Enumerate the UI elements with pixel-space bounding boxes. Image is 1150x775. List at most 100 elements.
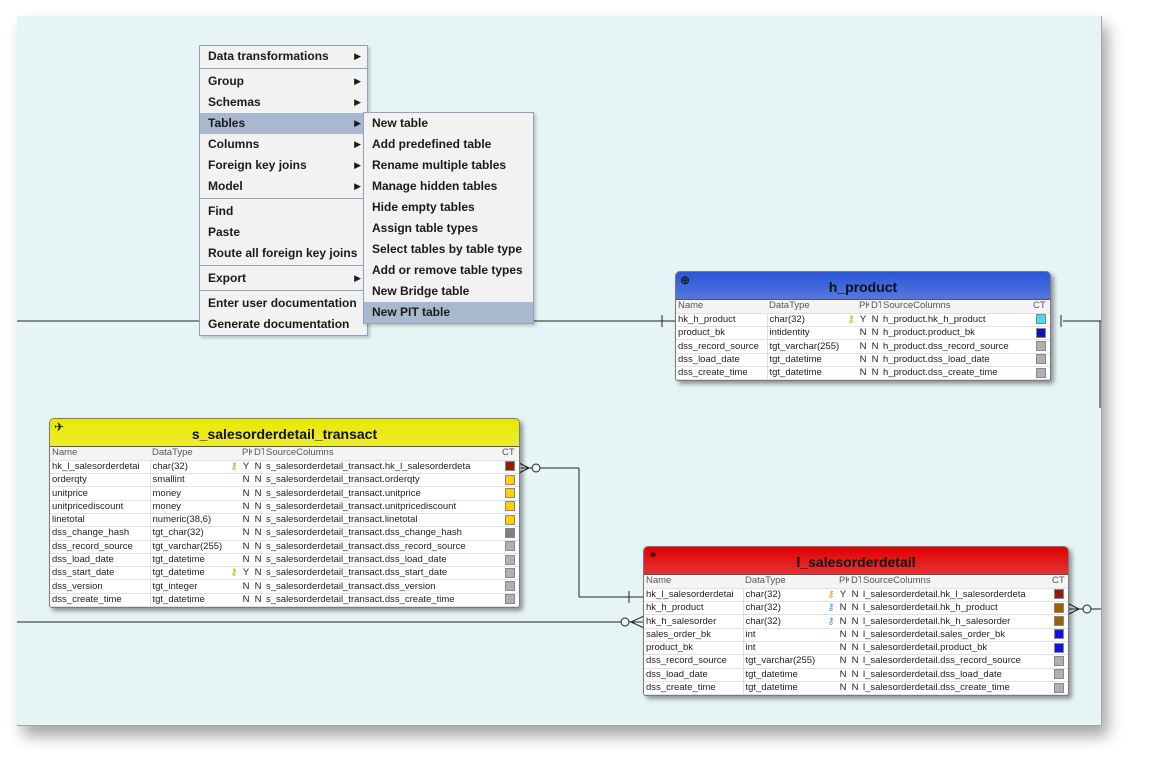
menu-item-route-all-foreign-key-joins[interactable]: Route all foreign key joins bbox=[200, 243, 367, 264]
column-datatype: int bbox=[743, 641, 825, 656]
key-cell bbox=[845, 366, 857, 381]
submenu-item-add-predefined-table[interactable]: Add predefined table bbox=[364, 134, 533, 155]
table-row[interactable]: dss_load_date tgt_datetime N Ns_salesorderd… bbox=[50, 553, 519, 568]
dt-flag: N bbox=[252, 460, 264, 475]
table-row[interactable]: dss_load_date tgt_datetime N Nl_salesorderd… bbox=[644, 668, 1068, 682]
menu-item-model[interactable]: Model ▶ bbox=[200, 176, 367, 197]
source-column: s_salesorderdetail_transact.dss_create_t… bbox=[264, 593, 500, 608]
source-column: s_salesorderdetail_transact.dss_record_s… bbox=[264, 540, 500, 554]
table-row[interactable]: dss_record_source tgt_varchar(255) N Ns_sal… bbox=[50, 540, 519, 554]
table-row[interactable]: unitprice money N Ns_salesorderdetail_trans… bbox=[50, 486, 519, 501]
column-name: linetotal bbox=[50, 513, 151, 528]
column-type-swatch bbox=[1035, 314, 1046, 325]
key-cell bbox=[825, 628, 837, 642]
submenu-item-manage-hidden-tables[interactable]: Manage hidden tables bbox=[364, 176, 533, 197]
menu-item-enter-user-documentation[interactable]: Enter user documentation bbox=[200, 293, 367, 314]
menu-item-label: Export bbox=[208, 271, 247, 285]
menu-item-label: Generate documentation bbox=[208, 317, 350, 331]
column-datatype: tgt_datetime bbox=[767, 353, 845, 367]
entity-columns-table: NameDataTypePKDTSourceColumnsCThk_l_sale… bbox=[644, 575, 1068, 696]
table-row[interactable]: orderqty smallint N Ns_salesorderdetail_tra… bbox=[50, 473, 519, 488]
table-row[interactable]: hk_l_salesorderdetai char(32) ⚷ Y Ns_salesor… bbox=[50, 460, 519, 475]
table-row[interactable]: sales_order_bk int N Nl_salesorderdetail.sa… bbox=[644, 628, 1068, 642]
table-row[interactable]: dss_create_time tgt_datetime N Nh_product.d… bbox=[676, 366, 1050, 381]
table-row[interactable]: hk_h_salesorder char(32) ⚷ N Nl_salesorderde… bbox=[644, 614, 1068, 629]
entity-header[interactable]: ⚭ l_salesorderdetail bbox=[644, 547, 1068, 575]
menu-item-label: Columns bbox=[208, 137, 260, 151]
table-row[interactable]: dss_create_time tgt_datetime N Nl_salesorde… bbox=[644, 681, 1068, 696]
entity-header[interactable]: ✈ s_salesorderdetail_transact bbox=[50, 419, 519, 447]
entity-header[interactable]: ⊕ h_product bbox=[676, 272, 1050, 300]
column-datatype: char(32) bbox=[767, 313, 845, 328]
menu-item-data-transformations[interactable]: Data transformations ▶ bbox=[200, 46, 367, 67]
table-row[interactable]: unitpricediscount money N Ns_salesorderdeta… bbox=[50, 500, 519, 514]
column-header: DataType bbox=[767, 300, 845, 314]
entity-l-salesorderdetail[interactable]: ⚭ l_salesorderdetail NameDataType PKDTSou… bbox=[643, 546, 1069, 697]
menu-item-label: Group bbox=[208, 74, 244, 88]
pk-flag: N bbox=[240, 579, 252, 594]
menu-item-columns[interactable]: Columns ▶ bbox=[200, 134, 367, 155]
table-row[interactable]: product_bk int N Nl_salesorderdetail.produc… bbox=[644, 641, 1068, 656]
submenu-item-hide-empty-tables[interactable]: Hide empty tables bbox=[364, 197, 533, 218]
diagram-canvas[interactable]: ⊕ h_product NameDataTypePKDTSourceColumn… bbox=[17, 16, 1102, 726]
submenu-item-new-bridge-table[interactable]: New Bridge table bbox=[364, 281, 533, 302]
submenu-item-add-or-remove-table-types[interactable]: Add or remove table types bbox=[364, 260, 533, 281]
dt-flag: N bbox=[869, 339, 881, 354]
tables-submenu[interactable]: New table Add predefined table Rename mult… bbox=[363, 112, 534, 324]
menu-item-foreign-key-joins[interactable]: Foreign key joins ▶ bbox=[200, 155, 367, 176]
dt-flag: N bbox=[849, 681, 861, 696]
key-cell: ⚷ bbox=[825, 588, 837, 603]
dt-flag: N bbox=[252, 473, 264, 488]
table-row[interactable]: dss_record_source tgt_varchar(255) N Nh_pro… bbox=[676, 339, 1050, 354]
column-type-cell bbox=[1050, 588, 1068, 603]
column-header: DT bbox=[252, 447, 264, 461]
menu-item-generate-documentation[interactable]: Generate documentation bbox=[200, 314, 367, 335]
entity-h-product[interactable]: ⊕ h_product NameDataType PKDTSourceColumn… bbox=[675, 271, 1051, 382]
table-row[interactable]: hk_h_product char(32) ⚷ N Nl_salesorderdetai… bbox=[644, 601, 1068, 616]
table-row[interactable]: dss_create_time tgt_datetime N Ns_salesorde… bbox=[50, 593, 519, 608]
menu-item-label: Add or remove table types bbox=[372, 263, 523, 277]
context-menu[interactable]: Data transformations ▶ Group ▶ Schemas ▶ Table… bbox=[199, 45, 368, 336]
column-datatype: tgt_datetime bbox=[743, 668, 825, 682]
table-row[interactable]: hk_l_salesorderdetai char(32) ⚷ Y Nl_salesor… bbox=[644, 588, 1068, 603]
submenu-item-assign-table-types[interactable]: Assign table types bbox=[364, 218, 533, 239]
column-datatype: char(32) bbox=[743, 588, 825, 603]
table-row[interactable]: dss_start_date tgt_datetime ⚷ Y Ns_salesorde… bbox=[50, 566, 519, 581]
entity-s-salesorderdetail-transact[interactable]: ✈ s_salesorderdetail_transact Name DataTy… bbox=[49, 418, 520, 609]
pk-flag: N bbox=[240, 473, 252, 488]
source-column: s_salesorderdetail_transact.dss_start_da… bbox=[264, 566, 500, 581]
menu-item-find[interactable]: Find bbox=[200, 201, 367, 222]
table-row[interactable]: product_bk intidentity N Nh_product.product… bbox=[676, 326, 1050, 341]
menu-item-group[interactable]: Group ▶ bbox=[200, 71, 367, 92]
menu-item-label: New PIT table bbox=[372, 305, 451, 319]
table-row[interactable]: hk_h_product char(32) ⚷ Y Nh_product.hk_h_pr… bbox=[676, 313, 1050, 328]
menu-item-tables[interactable]: Tables ▶ bbox=[200, 113, 367, 134]
key-cell: ⚷ bbox=[825, 601, 837, 616]
key-cell bbox=[845, 326, 857, 341]
column-header: SourceColumns bbox=[264, 447, 500, 461]
entity-columns-table: NameDataTypePKDTSourceColumnsCThk_h_prod… bbox=[676, 300, 1050, 381]
column-type-cell bbox=[500, 473, 519, 488]
column-datatype: tgt_datetime bbox=[150, 566, 228, 581]
submenu-arrow-icon: ▶ bbox=[354, 51, 361, 61]
table-row[interactable]: linetotal numeric(38,6) N Ns_salesorderdeta… bbox=[50, 513, 519, 528]
submenu-item-new-table[interactable]: New table bbox=[364, 113, 533, 134]
menu-item-label: Enter user documentation bbox=[208, 296, 357, 310]
table-row[interactable]: dss_record_source tgt_varchar(255) N Nl_sal… bbox=[644, 654, 1068, 669]
pk-flag: N bbox=[857, 339, 869, 354]
table-row[interactable]: dss_version tgt_integer N Ns_salesorderdeta… bbox=[50, 579, 519, 594]
table-row[interactable]: dss_load_date tgt_datetime N Nh_product.dss… bbox=[676, 353, 1050, 367]
table-row[interactable]: dss_change_hash tgt_char(32) N Ns_salesorde… bbox=[50, 526, 519, 541]
column-header: SourceColumns bbox=[881, 300, 1031, 314]
menu-item-paste[interactable]: Paste bbox=[200, 222, 367, 243]
foreign-key-icon: ⚷ bbox=[827, 602, 835, 614]
source-column: s_salesorderdetail_transact.hk_l_salesor… bbox=[264, 460, 500, 475]
submenu-item-select-tables-by-table-type[interactable]: Select tables by table type bbox=[364, 239, 533, 260]
menu-item-schemas[interactable]: Schemas ▶ bbox=[200, 92, 367, 113]
menu-item-export[interactable]: Export ▶ bbox=[200, 268, 367, 289]
source-column: s_salesorderdetail_transact.unitprice bbox=[264, 486, 500, 501]
submenu-item-new-pit-table[interactable]: New PIT table bbox=[364, 302, 533, 323]
pk-flag: Y bbox=[837, 588, 849, 603]
submenu-item-rename-multiple-tables[interactable]: Rename multiple tables bbox=[364, 155, 533, 176]
column-type-cell bbox=[1050, 628, 1068, 642]
